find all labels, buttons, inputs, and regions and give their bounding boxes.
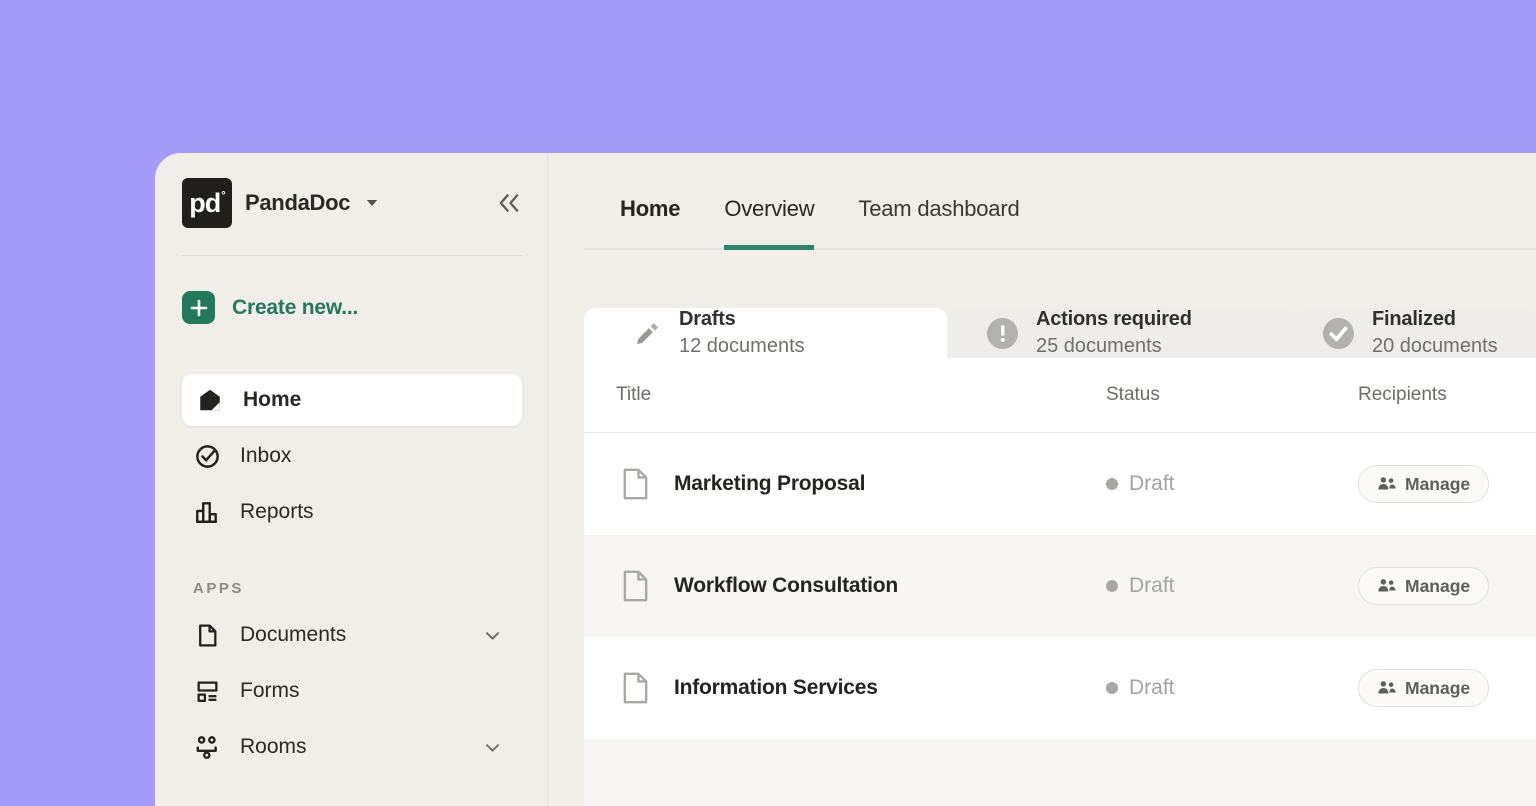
collapse-sidebar-icon[interactable] [497,192,522,214]
manage-button-label: Manage [1405,474,1470,495]
column-header-status: Status [1106,384,1358,406]
app-window: pd° PandaDoc Create new... [155,153,1536,806]
manage-button-label: Manage [1405,678,1470,699]
workspace-switcher-caret-icon[interactable] [363,194,381,212]
sidebar-item-label: Inbox [240,444,291,468]
inbox-check-icon [193,443,221,470]
check-circle-icon [1323,318,1354,349]
summary-tab-title: Finalized [1372,308,1498,331]
document-title: Marketing Proposal [674,472,865,496]
plus-icon [182,291,215,324]
pencil-icon [634,320,661,347]
summary-tab-count: 20 documents [1372,335,1498,358]
document-page-icon [622,570,649,602]
table-row[interactable]: Workflow Consultation Draft [584,535,1536,637]
document-title: Workflow Consultation [674,574,898,598]
sidebar-item-inbox[interactable]: Inbox [182,428,522,484]
manage-button[interactable]: Manage [1358,567,1489,605]
table-row[interactable]: Marketing Proposal Draft [584,433,1536,535]
sidebar-item-label: Reports [240,500,314,524]
chevron-down-icon[interactable] [483,626,502,645]
status-dot-icon [1106,682,1118,694]
sidebar: pd° PandaDoc Create new... [155,153,548,806]
sidebar-divider [182,255,522,256]
people-icon [1377,680,1397,696]
sidebar-item-rooms[interactable]: Rooms [182,719,522,775]
column-header-recipients: Recipients [1358,384,1536,406]
pandadoc-logo: pd° [182,178,232,228]
chevron-down-icon[interactable] [483,738,502,757]
summary-tab-count: 25 documents [1036,335,1192,358]
workspace-name: PandaDoc [245,190,350,216]
forms-icon [193,679,221,704]
document-page-icon [622,672,649,704]
main-content: Home Overview Team dashboard Drafts 12 d… [548,153,1536,806]
document-page-icon [622,468,649,500]
top-tab-bar: Home Overview Team dashboard [584,153,1536,250]
people-icon [1377,476,1397,492]
summary-tab-count: 12 documents [679,335,805,358]
summary-tab-drafts[interactable]: Drafts 12 documents [584,308,947,358]
summary-tab-title: Drafts [679,308,805,331]
summary-tab-title: Actions required [1036,308,1192,331]
document-title: Information Services [674,676,878,700]
table-row-partial [584,739,1536,806]
people-icon [1377,578,1397,594]
sidebar-item-label: Forms [240,679,300,703]
logo-text: pd [189,188,220,219]
brand-row: pd° PandaDoc [182,178,522,228]
sidebar-item-home[interactable]: Home [182,374,522,426]
create-new-label: Create new... [232,296,358,320]
tab-overview[interactable]: Overview [724,196,814,250]
home-icon [196,387,224,413]
column-header-title: Title [584,384,1106,406]
tab-team-dashboard[interactable]: Team dashboard [858,196,1019,248]
sidebar-item-label: Home [243,388,301,412]
sidebar-item-forms[interactable]: Forms [182,663,522,719]
table-row[interactable]: Information Services Draft [584,637,1536,739]
reports-bar-chart-icon [193,499,221,525]
document-icon [193,623,221,648]
status-dot-icon [1106,580,1118,592]
tab-home[interactable]: Home [620,196,680,248]
sidebar-nav: Home Inbox [182,374,522,775]
status-label: Draft [1129,676,1175,700]
manage-button[interactable]: Manage [1358,669,1489,707]
rooms-icon [193,734,221,760]
table-header-row: Title Status Recipients [584,358,1536,433]
status-label: Draft [1129,574,1175,598]
summary-tab-actions-required[interactable]: Actions required 25 documents [947,308,1297,358]
sidebar-item-documents[interactable]: Documents [182,607,522,663]
alert-circle-icon [987,318,1018,349]
status-dot-icon [1106,478,1118,490]
document-summary-tabs: Drafts 12 documents Actions required 25 … [584,308,1536,358]
manage-button-label: Manage [1405,576,1470,597]
sidebar-item-reports[interactable]: Reports [182,484,522,540]
manage-button[interactable]: Manage [1358,465,1489,503]
sidebar-item-label: Documents [240,623,346,647]
sidebar-item-label: Rooms [240,735,307,759]
logo-mark: ° [221,190,224,202]
documents-table: Title Status Recipients Marketing Propos… [584,358,1536,806]
apps-section-label: APPS [182,580,522,597]
status-label: Draft [1129,472,1175,496]
summary-tab-finalized[interactable]: Finalized 20 documents [1297,308,1536,358]
create-new-button[interactable]: Create new... [182,291,522,324]
